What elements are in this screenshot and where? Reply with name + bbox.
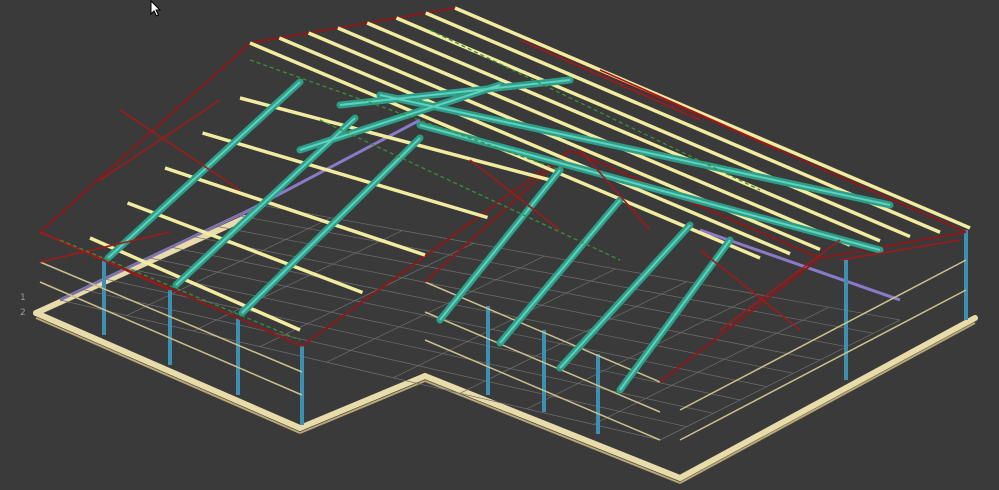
grid-line: [193, 236, 821, 361]
purlin: [395, 16, 911, 239]
rafter-highlight: [241, 137, 421, 314]
axis-mark-2: 2: [20, 308, 26, 318]
grid-line: [193, 230, 403, 332]
arrow-cursor-icon: [150, 0, 162, 17]
grid-line: [59, 299, 661, 441]
purlin: [202, 131, 488, 220]
grid-line: [259, 243, 474, 347]
foundation-beams: [33, 215, 978, 481]
purlin: [337, 26, 851, 247]
rafter-highlight: [175, 117, 356, 286]
purlin: [278, 36, 791, 256]
steel-structure-model[interactable]: 1 2: [0, 0, 999, 490]
axis-mark-1: 1: [20, 293, 26, 303]
brace: [599, 69, 781, 151]
foundation-edge: [35, 317, 976, 484]
brace: [699, 249, 801, 331]
roof-rafters: [104, 76, 894, 394]
3d-viewport[interactable]: 1 2: [0, 0, 999, 490]
grid-line: [393, 268, 616, 379]
grid-line: [259, 204, 901, 321]
roof-purlins: [89, 6, 971, 332]
brace: [719, 239, 841, 331]
purlin: [307, 31, 821, 252]
purlin: [454, 6, 971, 230]
purlin: [239, 96, 551, 182]
grid-line: [459, 281, 687, 394]
purlin: [164, 166, 426, 257]
grid-line: [526, 294, 758, 410]
